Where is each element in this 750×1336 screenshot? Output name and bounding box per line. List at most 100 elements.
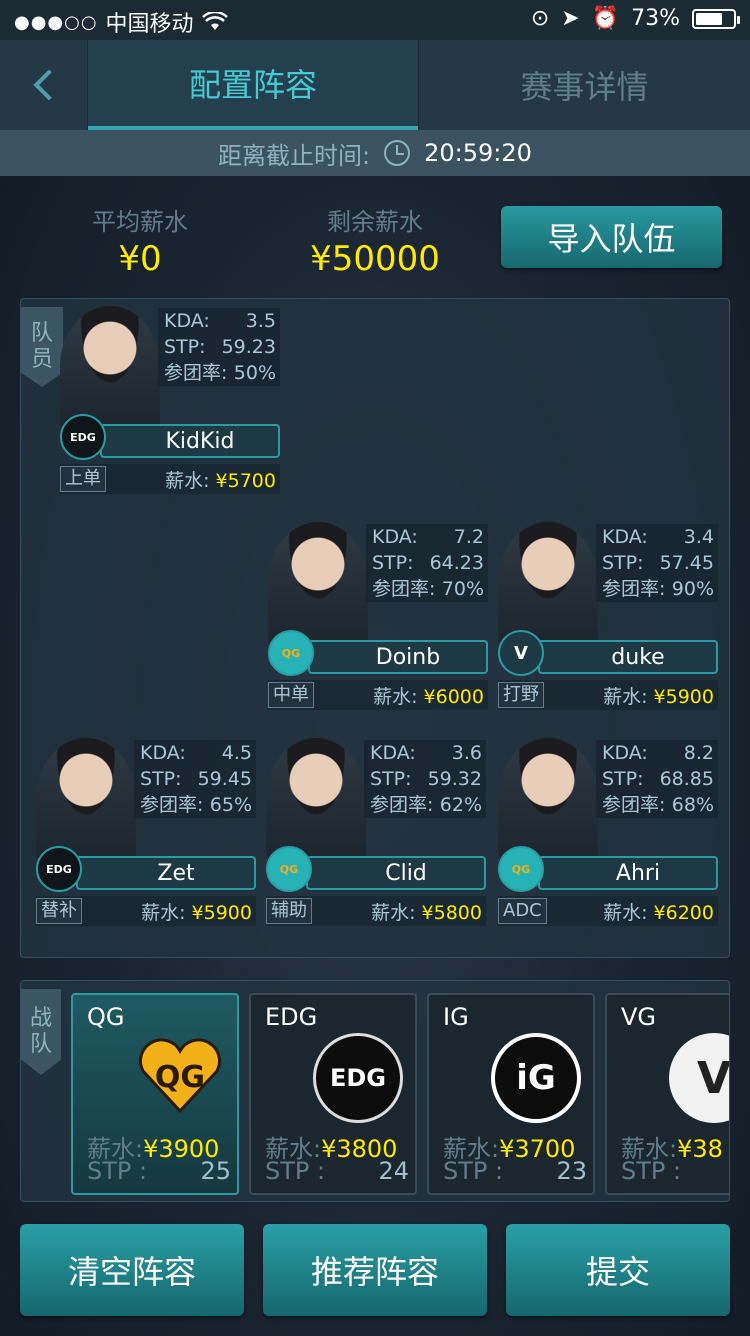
- player-salary: 薪水: ¥6000: [373, 682, 484, 709]
- player-card[interactable]: KDA: 3.4 STP: 57.45 参团率: 90% duke V 打野 薪水: …: [498, 522, 718, 712]
- clear-lineup-button[interactable]: 清空阵容: [20, 1224, 244, 1316]
- salary-value: ¥5800: [421, 901, 482, 924]
- player-name: Clid: [306, 856, 486, 890]
- team-rate-row: 参团率: 50%: [164, 360, 276, 386]
- team-logo-icon: EDG: [60, 414, 106, 460]
- location-icon: ➤: [561, 6, 580, 31]
- player-stats: KDA: 8.2 STP: 68.85 参团率: 68%: [596, 740, 718, 818]
- salary-label: 薪水:: [603, 685, 654, 708]
- avg-salary: 平均薪水 ¥0: [80, 202, 200, 279]
- carrier-label: 中国移动: [105, 12, 194, 37]
- team-rate-value: 70%: [441, 578, 484, 600]
- stp-value: 68.85: [659, 768, 714, 790]
- player-photo: [498, 738, 598, 858]
- stp-row: STP: 59.45: [140, 766, 252, 792]
- salary-value: ¥5900: [191, 901, 252, 924]
- team-stp: STP : 23: [443, 1157, 587, 1185]
- roster-side-tab: 队 员: [21, 307, 63, 387]
- stp-value: 57.45: [659, 552, 714, 574]
- player-card[interactable]: KDA: 3.6 STP: 59.32 参团率: 62% Clid QG 辅助 薪水:…: [266, 738, 486, 928]
- player-name: Doinb: [308, 640, 488, 674]
- player-card[interactable]: KDA: 7.2 STP: 64.23 参团率: 70% Doinb QG 中单 薪水…: [268, 522, 488, 712]
- team-rate-label: 参团率:: [602, 794, 666, 816]
- kda-label: KDA:: [164, 310, 210, 332]
- back-button[interactable]: [0, 40, 88, 130]
- tab-match-details[interactable]: 赛事详情: [418, 40, 750, 130]
- avg-salary-value: ¥0: [118, 239, 162, 279]
- team-stp: STP :: [621, 1157, 729, 1185]
- team-logo-icon: QG: [268, 630, 314, 676]
- team-logo-icon: EDG: [36, 846, 82, 892]
- team-name: VG: [621, 1003, 657, 1031]
- team-rate-label: 参团率:: [602, 578, 666, 600]
- stp-value: 59.32: [427, 768, 482, 790]
- salary-label: 薪水:: [165, 469, 216, 492]
- edg-logo-icon: EDG: [313, 1033, 403, 1123]
- nav-bar: 配置阵容 赛事详情: [0, 40, 750, 130]
- player-photo: [36, 738, 136, 858]
- salary-label: 薪水:: [141, 901, 192, 924]
- kda-value: 4.5: [221, 742, 252, 764]
- team-rate-row: 参团率: 68%: [602, 792, 714, 818]
- submit-button[interactable]: 提交: [506, 1224, 730, 1316]
- team-card-vg[interactable]: VG V 薪水:¥38 STP :: [605, 993, 729, 1195]
- team-rate-value: 68%: [671, 794, 714, 816]
- stp-label: STP:: [164, 336, 206, 358]
- player-card[interactable]: KDA: 8.2 STP: 68.85 参团率: 68% Ahri QG ADC 薪水…: [498, 738, 718, 928]
- player-card[interactable]: KDA: 4.5 STP: 59.45 参团率: 65% Zet EDG 替补 薪水:…: [36, 738, 256, 928]
- team-rate-value: 65%: [209, 794, 252, 816]
- position-tag: 辅助: [266, 898, 312, 924]
- team-stp: STP : 24: [265, 1157, 409, 1185]
- player-info: 上单 薪水: ¥5700: [60, 464, 280, 494]
- stp-label: STP:: [370, 768, 412, 790]
- player-name: Zet: [76, 856, 256, 890]
- position-tag: 替补: [36, 898, 82, 924]
- team-rate-row: 参团率: 70%: [372, 576, 484, 602]
- import-team-button[interactable]: 导入队伍: [501, 206, 722, 268]
- stp-row: STP: 59.32: [370, 766, 482, 792]
- salary-label: 薪水:: [371, 901, 422, 924]
- team-rate-row: 参团率: 65%: [140, 792, 252, 818]
- kda-row: KDA: 3.5: [164, 308, 276, 334]
- player-stats: KDA: 3.6 STP: 59.32 参团率: 62%: [364, 740, 486, 818]
- position-tag: 上单: [60, 466, 106, 492]
- team-card-qg[interactable]: QG QG 薪水:¥3900 STP :25: [71, 993, 239, 1195]
- kda-label: KDA:: [370, 742, 416, 764]
- player-salary: 薪水: ¥5700: [165, 466, 276, 493]
- edg-logo-text: EDG: [329, 1064, 386, 1092]
- stp-label: STP:: [602, 552, 644, 574]
- position-tag: 打野: [498, 682, 544, 708]
- team-rate-label: 参团率:: [370, 794, 434, 816]
- kda-row: KDA: 4.5: [140, 740, 252, 766]
- stp-label: STP:: [372, 552, 414, 574]
- chevron-left-icon: [32, 69, 65, 101]
- team-stp-value: 25: [200, 1157, 231, 1185]
- stp-label: STP:: [602, 768, 644, 790]
- player-stats: KDA: 3.4 STP: 57.45 参团率: 90%: [596, 524, 718, 602]
- team-card-edg[interactable]: EDG EDG 薪水:¥3800 STP :24: [249, 993, 417, 1195]
- stp-label: STP:: [140, 768, 182, 790]
- stp-value: 59.45: [197, 768, 252, 790]
- ig-logo-icon: iG: [491, 1033, 581, 1123]
- team-rate-label: 参团率:: [372, 578, 436, 600]
- kda-row: KDA: 3.4: [602, 524, 714, 550]
- player-card[interactable]: KDA: 3.5 STP: 59.23 参团率: 50% KidKid EDG 上单 …: [60, 306, 280, 496]
- team-stp-value: 23: [556, 1157, 587, 1185]
- team-name: QG: [87, 1003, 125, 1031]
- recommend-lineup-button[interactable]: 推荐阵容: [263, 1224, 487, 1316]
- position-tag: 中单: [268, 682, 314, 708]
- team-name: IG: [443, 1003, 469, 1031]
- battery-fill: [696, 12, 723, 25]
- stp-row: STP: 68.85: [602, 766, 714, 792]
- tab-lineup[interactable]: 配置阵容: [88, 40, 418, 130]
- remaining-salary-label: 剩余薪水: [327, 208, 423, 236]
- kda-label: KDA:: [602, 526, 648, 548]
- roster-side-label-1: 队: [30, 321, 53, 346]
- team-card-ig[interactable]: IG iG 薪水:¥3700 STP :23: [427, 993, 595, 1195]
- team-stp-value: 24: [378, 1157, 409, 1185]
- teams-side-label-1: 战: [29, 1006, 52, 1031]
- team-stp-label: STP :: [265, 1157, 326, 1185]
- vg-logo-icon: V: [669, 1033, 729, 1123]
- deadline-time: 20:59:20: [424, 139, 532, 167]
- player-photo: [60, 306, 160, 426]
